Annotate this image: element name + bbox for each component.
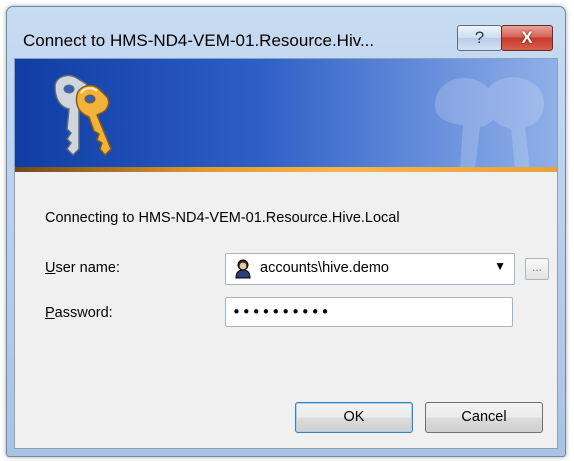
keys-watermark-icon xyxy=(435,77,545,169)
user-name-value: accounts\hive.demo xyxy=(260,260,389,276)
cancel-button[interactable]: Cancel xyxy=(425,402,543,433)
browse-user-button[interactable]: ... xyxy=(525,258,549,280)
password-mnemonic: P xyxy=(45,305,55,321)
password-label: Password: xyxy=(45,305,113,321)
chevron-down-icon[interactable]: ▼ xyxy=(494,259,506,273)
ok-button[interactable]: OK xyxy=(295,402,413,433)
password-label-text: assword: xyxy=(54,305,113,321)
title-bar[interactable]: Connect to HMS-ND4-VEM-01.Resource.Hiv..… xyxy=(7,7,565,62)
window-title: Connect to HMS-ND4-VEM-01.Resource.Hiv..… xyxy=(23,31,375,50)
user-name-label-text: ser name: xyxy=(55,260,120,276)
header-banner xyxy=(15,59,557,172)
connect-dialog: Connect to HMS-ND4-VEM-01.Resource.Hiv..… xyxy=(6,6,566,457)
keys-icon xyxy=(54,74,112,157)
close-button[interactable]: X xyxy=(501,25,553,51)
help-button[interactable]: ? xyxy=(457,25,502,51)
dialog-body: Connecting to HMS-ND4-VEM-01.Resource.Hi… xyxy=(14,58,558,449)
connecting-text: Connecting to HMS-ND4-VEM-01.Resource.Hi… xyxy=(45,210,400,226)
user-account-icon xyxy=(235,259,251,279)
user-name-combobox[interactable]: accounts\hive.demo ▼ xyxy=(225,253,515,285)
password-field[interactable] xyxy=(225,297,513,327)
user-name-mnemonic: U xyxy=(45,260,56,276)
user-name-label: User name: xyxy=(45,260,120,276)
banner-accent-line xyxy=(15,167,557,172)
